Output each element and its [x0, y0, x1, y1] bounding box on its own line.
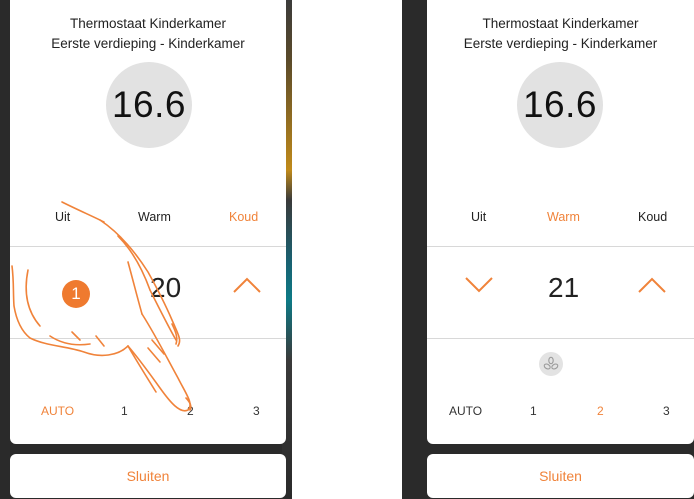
- mode-heat[interactable]: Warm: [138, 210, 171, 224]
- thermostat-panel: Thermostaat Kinderkamer Eerste verdiepin…: [427, 0, 694, 444]
- mode-cool[interactable]: Koud: [638, 210, 667, 224]
- chevron-down-icon[interactable]: [464, 276, 494, 294]
- setpoint-row: 21: [427, 246, 694, 338]
- mode-off[interactable]: Uit: [55, 210, 70, 224]
- fan-speed-selector: AUTO 1 2 3: [10, 404, 286, 424]
- fan-auto[interactable]: AUTO: [449, 404, 482, 418]
- setpoint-row: 20: [10, 246, 286, 338]
- close-button[interactable]: Sluiten: [427, 454, 694, 498]
- step-badge: 1: [62, 280, 90, 308]
- panel-title: Thermostaat Kinderkamer Eerste verdiepin…: [427, 14, 694, 54]
- fan-speed-1[interactable]: 1: [121, 404, 128, 418]
- right-screen: Thermostaat Kinderkamer Eerste verdiepin…: [402, 0, 694, 499]
- thermostat-name: Thermostaat Kinderkamer: [482, 16, 639, 31]
- fan-speed-1[interactable]: 1: [530, 404, 537, 418]
- fan-icon: [539, 352, 563, 376]
- close-button[interactable]: Sluiten: [10, 454, 286, 498]
- fan-speed-2[interactable]: 2: [187, 404, 194, 418]
- fan-speed-2[interactable]: 2: [597, 404, 604, 418]
- fan-speed-3[interactable]: 3: [663, 404, 670, 418]
- thermostat-panel: Thermostaat Kinderkamer Eerste verdiepin…: [10, 0, 286, 444]
- mode-selector: Uit Warm Koud: [427, 210, 694, 230]
- fan-speed-3[interactable]: 3: [253, 404, 260, 418]
- chevron-up-icon[interactable]: [637, 276, 667, 294]
- thermostat-location: Eerste verdieping - Kinderkamer: [51, 36, 245, 51]
- thermostat-name: Thermostaat Kinderkamer: [69, 16, 227, 31]
- chevron-up-icon[interactable]: [232, 276, 262, 294]
- fan-speed-selector: AUTO 1 2 3: [427, 404, 694, 424]
- mode-heat[interactable]: Warm: [547, 210, 580, 224]
- left-screen: Thermostaat Kinderkamer Eerste verdiepin…: [0, 0, 292, 499]
- current-temperature: 16.6: [517, 62, 603, 148]
- setpoint-value: 21: [548, 272, 580, 303]
- setpoint-value: 20: [150, 272, 182, 303]
- current-temperature: 16.6: [106, 62, 192, 148]
- mode-cool[interactable]: Koud: [229, 210, 258, 224]
- panel-title: Thermostaat Kinderkamer Eerste verdiepin…: [10, 14, 286, 54]
- divider: [10, 338, 286, 339]
- fan-auto[interactable]: AUTO: [41, 404, 74, 418]
- mode-selector: Uit Warm Koud: [10, 210, 286, 230]
- divider: [427, 338, 694, 339]
- mode-off[interactable]: Uit: [471, 210, 486, 224]
- thermostat-location: Eerste verdieping - Kinderkamer: [463, 36, 658, 51]
